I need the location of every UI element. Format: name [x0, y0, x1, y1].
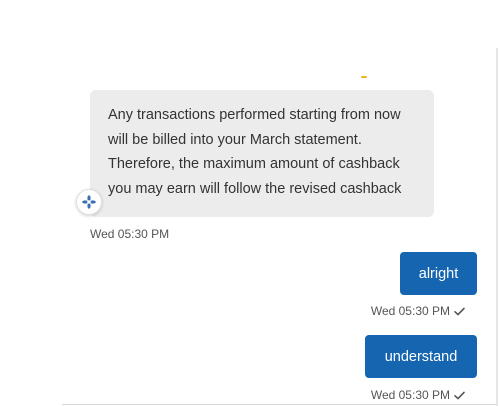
bot-message-bubble: Any transactions performed starting from…	[90, 90, 434, 217]
check-icon	[454, 391, 465, 399]
bot-message-line: will be billed into your March statement…	[108, 131, 362, 148]
bot-message-line: Therefore, the maximum amount of cashbac…	[108, 156, 400, 172]
bot-avatar	[76, 189, 102, 215]
bot-message-line: Any transactions performed starting from…	[108, 107, 401, 123]
bot-message-timestamp: Wed 05:30 PM	[90, 227, 170, 241]
user-message-timestamp: Wed 05:30 PM	[371, 388, 465, 402]
bot-message-line: you may earn will follow the revised cas…	[108, 180, 402, 197]
user-message-bubble: alright	[400, 252, 477, 295]
scrollbar-track[interactable]	[496, 48, 498, 406]
user-message-timestamp-text: Wed 05:30 PM	[370, 388, 450, 402]
user-message-bubble: understand	[365, 335, 477, 378]
chat-window: Any transactions performed starting from…	[0, 0, 500, 406]
user-message-text: understand	[384, 348, 458, 365]
user-message-timestamp-text: Wed 05:30 PM	[370, 304, 450, 318]
user-message-text: alright	[418, 265, 459, 282]
bot-avatar-icon	[82, 195, 96, 209]
check-icon	[454, 307, 465, 315]
user-message-timestamp: Wed 05:30 PM	[371, 304, 465, 318]
loading-indicator	[361, 76, 367, 78]
